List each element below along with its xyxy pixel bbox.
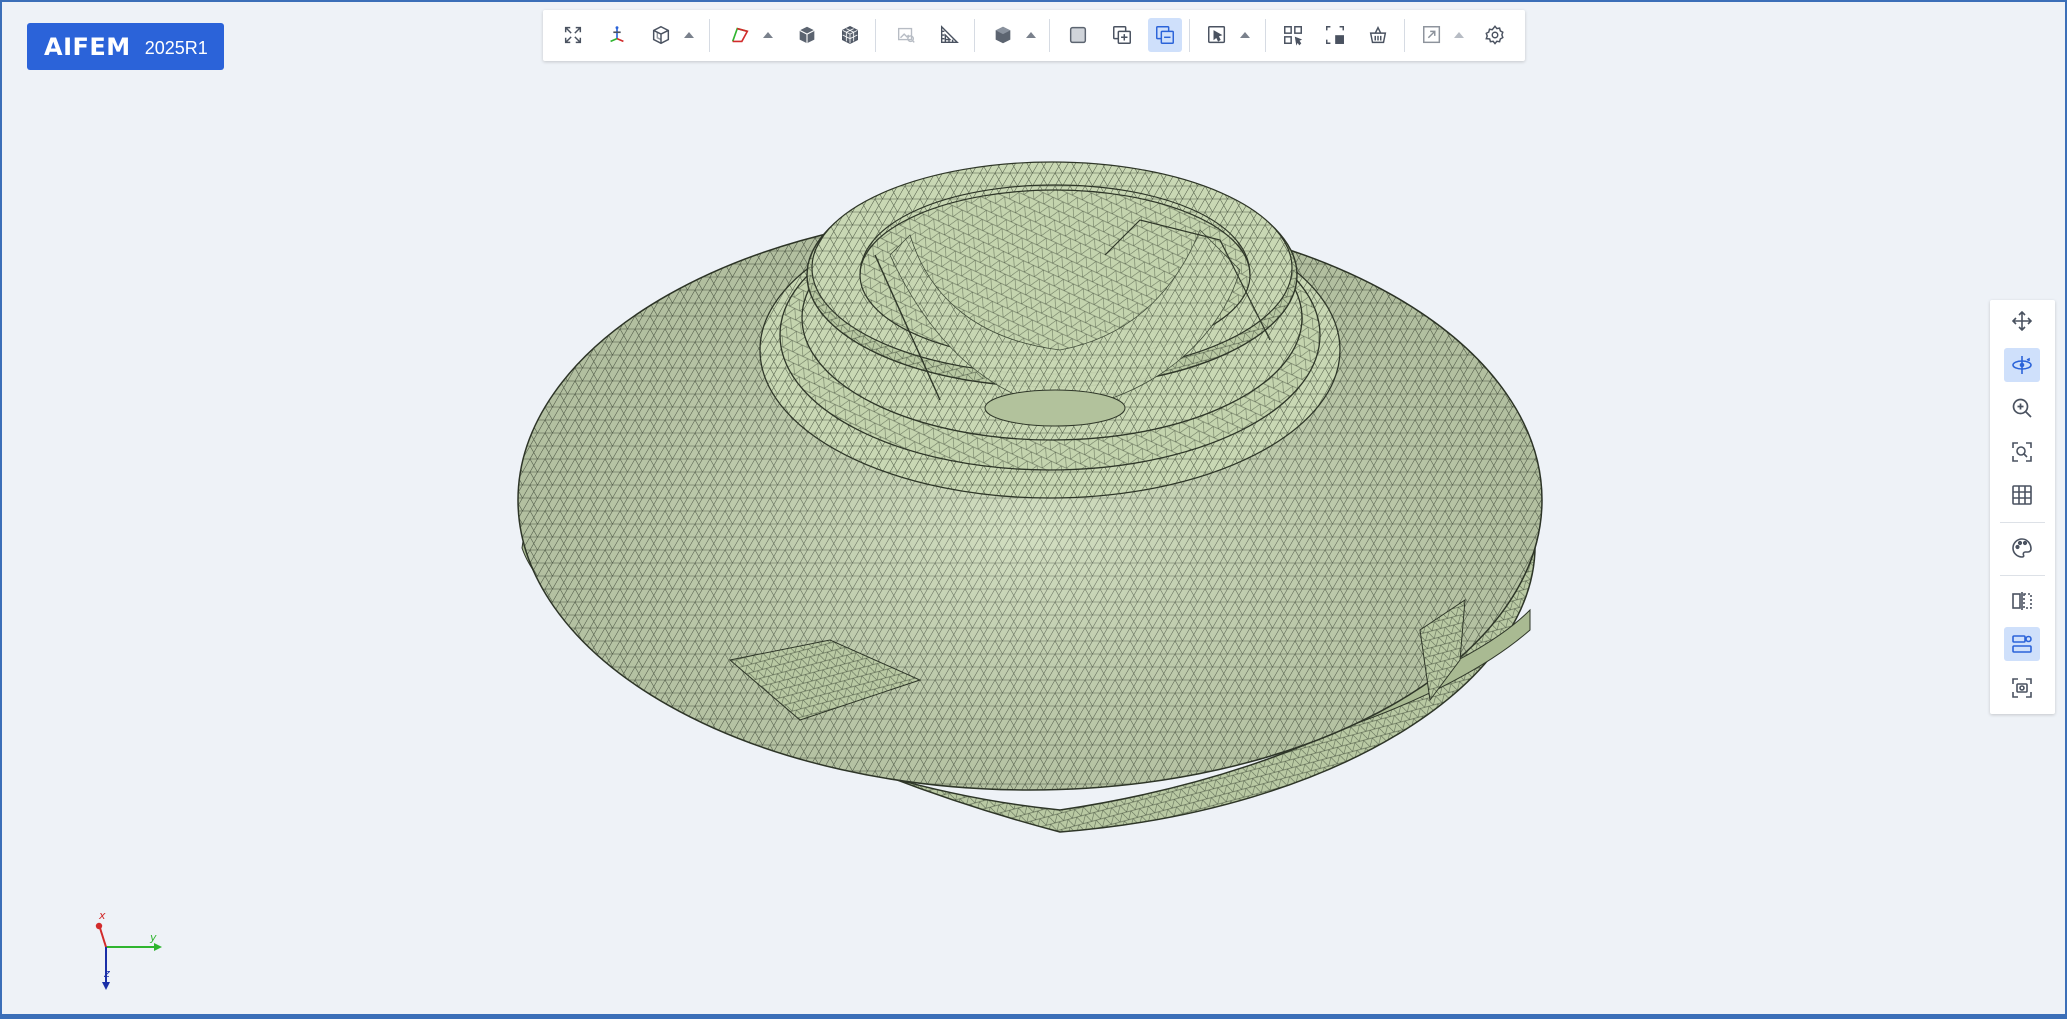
solid-cube-icon[interactable]: [790, 18, 824, 52]
app-name: AIFEM: [44, 32, 131, 61]
grid-icon[interactable]: [2004, 478, 2040, 512]
basket-icon[interactable]: [1361, 18, 1395, 52]
settings-gear-icon[interactable]: [1478, 18, 1512, 52]
mesh-viewport[interactable]: [500, 160, 1570, 850]
export-arrow-icon[interactable]: [1415, 18, 1449, 52]
chevron-up-icon[interactable]: [1239, 30, 1251, 40]
display-toggle-icon[interactable]: [2004, 627, 2040, 661]
app-version: 2025R1: [144, 37, 208, 58]
chevron-up-icon: [1454, 32, 1464, 38]
chevron-up-icon[interactable]: [762, 30, 774, 40]
zoom-fit-icon[interactable]: [2004, 435, 2040, 469]
axis-triad: x y z: [95, 910, 162, 990]
shading-mode-icon[interactable]: [986, 18, 1020, 52]
top-toolbar: [543, 10, 1525, 61]
right-view-toolbar: [1990, 300, 2055, 714]
color-palette-icon[interactable]: [2004, 531, 2040, 565]
coordinate-axes-icon[interactable]: [600, 18, 634, 52]
pointer-select-icon[interactable]: [1200, 18, 1234, 52]
axis-x-label: x: [98, 910, 106, 922]
fit-view-icon[interactable]: [556, 18, 590, 52]
screenshot-icon[interactable]: [2004, 671, 2040, 705]
add-copy-icon[interactable]: [1105, 18, 1139, 52]
view-cube-icon[interactable]: [644, 18, 678, 52]
chevron-up-icon[interactable]: [1025, 30, 1037, 40]
chevron-up-icon[interactable]: [683, 30, 695, 40]
geometry-display-icon[interactable]: [723, 18, 757, 52]
remove-copy-icon[interactable]: [1148, 18, 1182, 52]
pan-move-icon[interactable]: [2004, 304, 2040, 338]
single-box-icon[interactable]: [1061, 18, 1095, 52]
zoom-in-icon[interactable]: [2004, 391, 2040, 425]
rotate-view-icon[interactable]: [2004, 348, 2040, 382]
measure-ruler-icon[interactable]: [932, 18, 966, 52]
axis-y-label: y: [149, 931, 157, 944]
app-logo-badge: AIFEM 2025R1: [27, 23, 224, 70]
mesh-cube-icon[interactable]: [833, 18, 867, 52]
axis-z-label: z: [103, 967, 110, 980]
select-fill-icon[interactable]: [1318, 18, 1352, 52]
image-view-icon: [889, 18, 923, 52]
box-select-icon[interactable]: [1276, 18, 1310, 52]
section-plane-icon[interactable]: [2004, 584, 2040, 618]
